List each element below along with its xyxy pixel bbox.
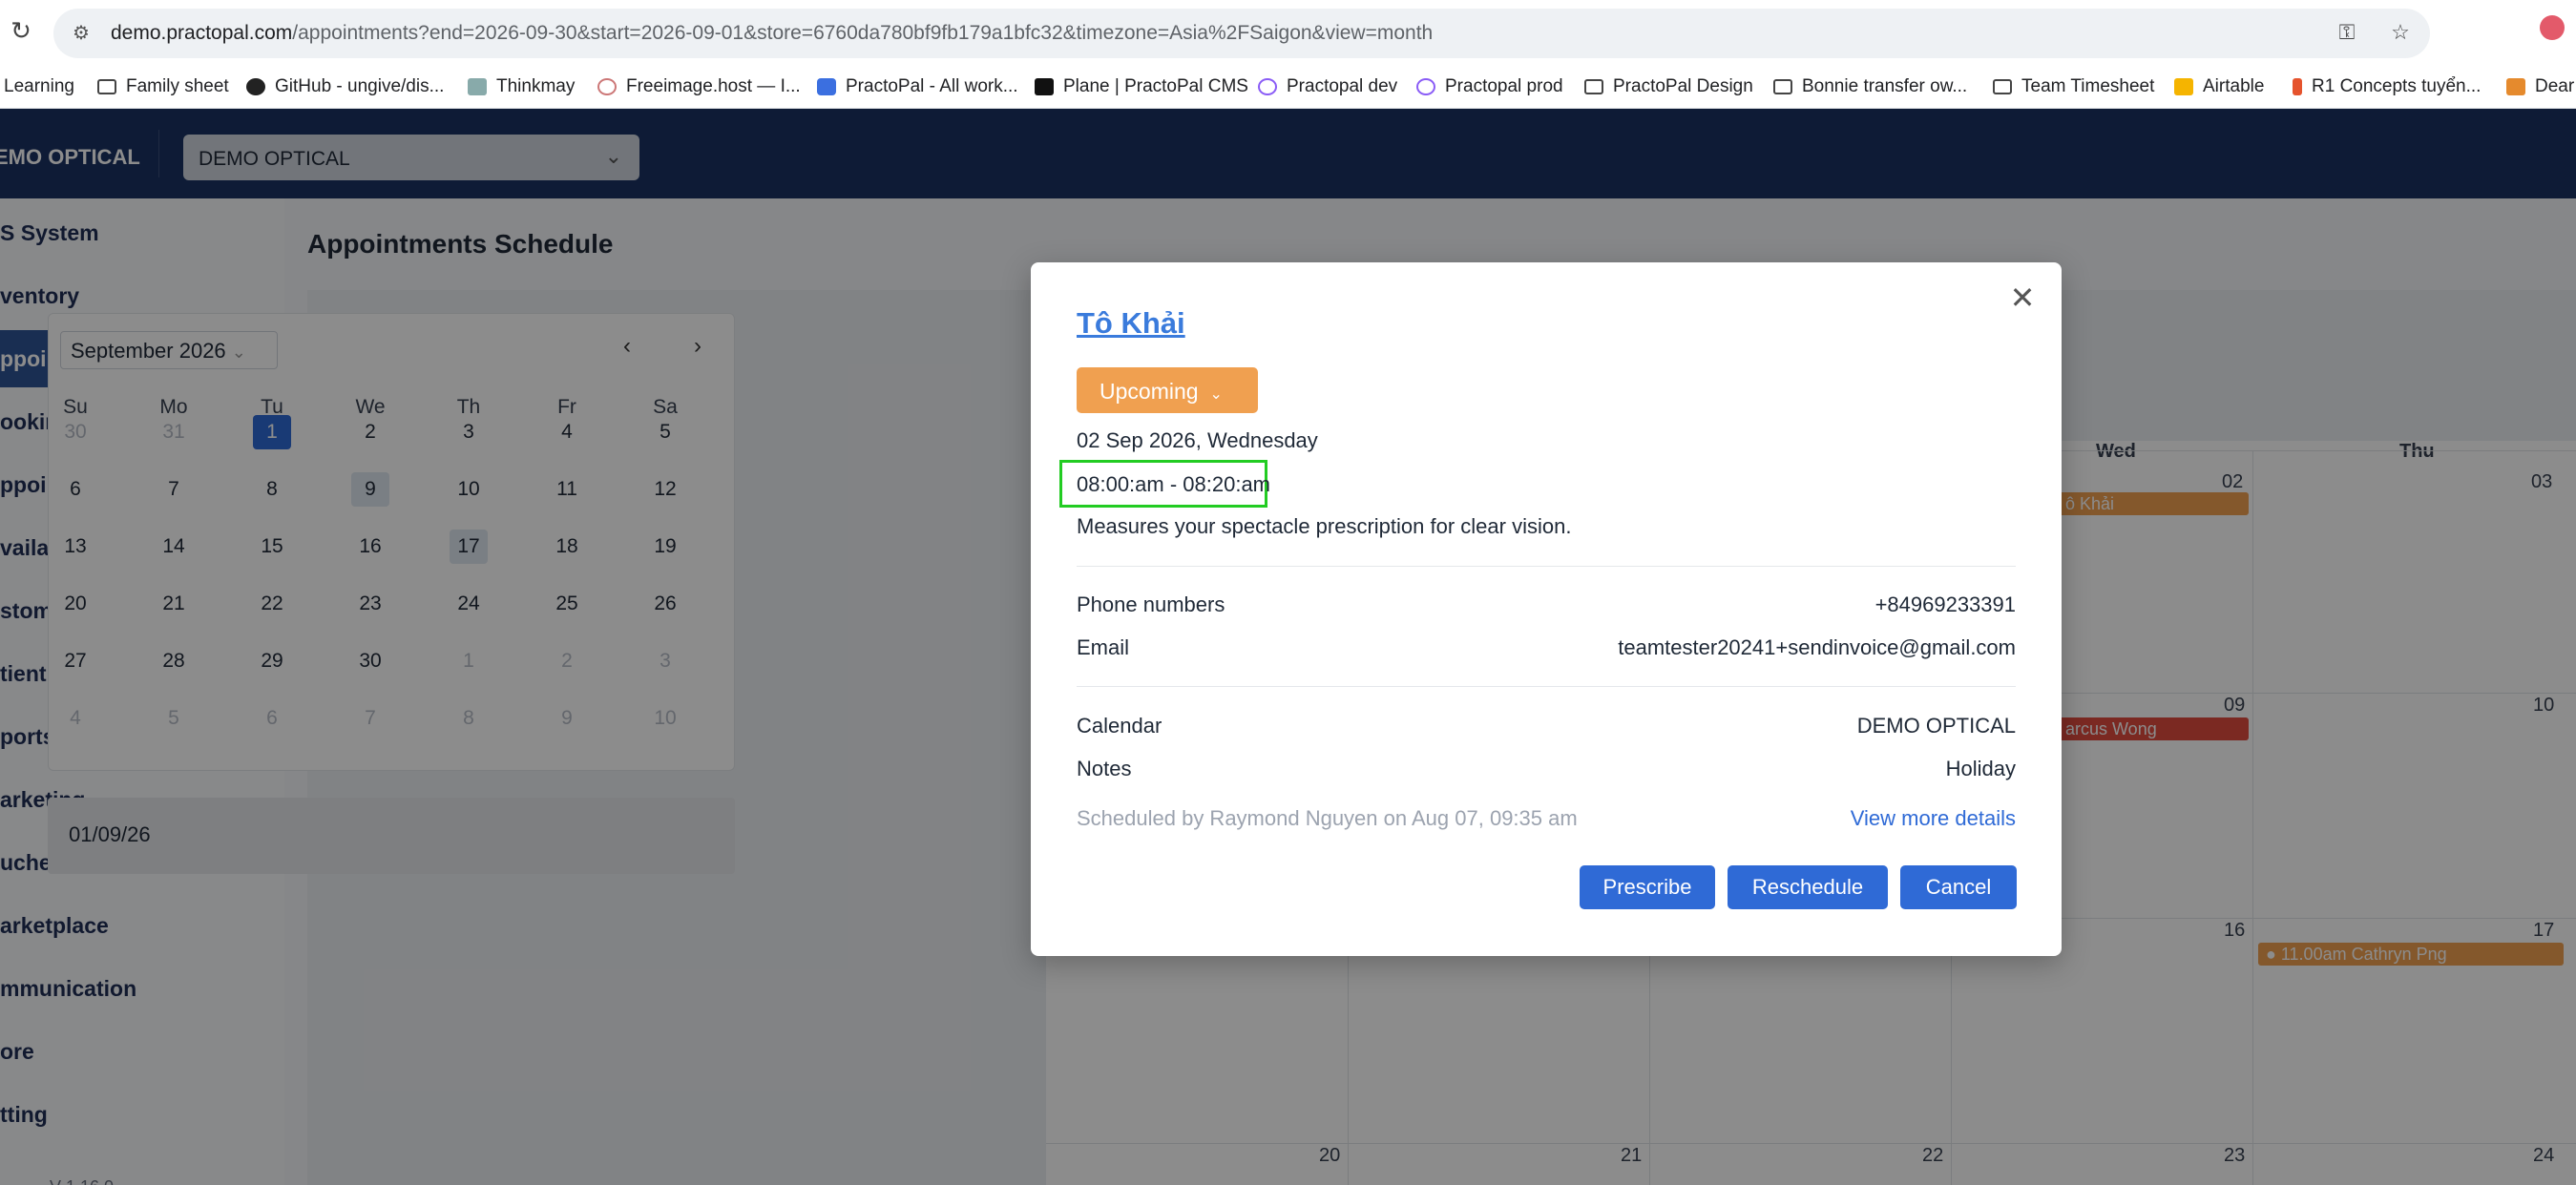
bookmark-item[interactable]: Airtable [2174,76,2264,97]
appointment-date: 02 Sep 2026, Wednesday [1077,428,1318,452]
calendar-label: Calendar [1077,714,1162,738]
appointment-time: 08:00:am - 08:20:am [1077,472,1271,496]
bookmark-item[interactable]: Practopal dev [1258,76,1397,97]
site-settings-icon[interactable]: ⚙ [73,22,95,45]
bookmark-item[interactable]: Bonnie transfer ow... [1773,76,1967,97]
practopal-icon [817,78,836,95]
site-icon [2293,78,2302,95]
view-more-details-link[interactable]: View more details [1851,806,2016,831]
phone-value: +84969233391 [1874,592,2016,616]
appointment-modal: ✕ Tô Khải Upcoming ⌄ 02 Sep 2026, Wednesd… [1031,262,2062,956]
bookmark-star-icon[interactable]: ☆ [2386,18,2415,47]
bookmark-item[interactable]: Freeimage.host — I... [597,76,801,97]
close-icon[interactable]: ✕ [2008,282,2037,313]
plane-icon [1035,78,1054,95]
bookmark-item[interactable]: Dear [2506,76,2574,97]
reschedule-button[interactable]: Reschedule [1728,865,1888,909]
prescribe-button[interactable]: Prescribe [1580,865,1715,909]
notes-label: Notes [1077,757,1132,780]
bookmark-item[interactable]: Learning [4,76,74,97]
scheduled-by-text: Scheduled by Raymond Nguyen on Aug 07, 0… [1077,806,1578,830]
bookmark-item[interactable]: PractoPal Design [1584,76,1753,97]
password-key-icon[interactable]: ⚿ [2333,18,2361,47]
bookmark-item[interactable]: Team Timesheet [1993,76,2154,97]
divider [1077,566,2016,567]
notes-value: Holiday [1945,757,2016,780]
divider [1077,686,2016,687]
airtable-icon [2174,78,2193,95]
phone-label: Phone numbers [1077,592,1225,616]
folder-icon [1773,79,1792,94]
bookmark-item[interactable]: GitHub - ungive/dis... [246,76,444,97]
site-icon [2506,78,2525,95]
bookmarks-bar: Learning Family sheet GitHub - ungive/di… [0,67,2576,109]
bookmark-item[interactable]: Plane | PractoPal CMS [1035,76,1248,97]
folder-icon [1584,79,1603,94]
status-dropdown[interactable]: Upcoming ⌄ [1077,367,1258,413]
site-icon [597,78,617,95]
practopal-icon [1416,78,1435,95]
url-text[interactable]: demo.practopal.com/appointments?end=2026… [111,22,1433,45]
bookmark-item[interactable]: Practopal prod [1416,76,1563,97]
bookmark-item[interactable]: R1 Concepts tuyển... [2293,76,2481,97]
bookmark-item[interactable]: Thinkmay [468,76,575,97]
cancel-button[interactable]: Cancel [1900,865,2017,909]
github-icon [246,78,265,95]
customer-name-link[interactable]: Tô Khải [1077,306,1185,341]
bookmark-item[interactable]: Family sheet [97,76,229,97]
site-icon [468,78,487,95]
email-label: Email [1077,635,1130,659]
practopal-icon [1258,78,1277,95]
browser-toolbar: ↻ ⚙ demo.practopal.com/appointments?end=… [0,0,2576,67]
address-bar[interactable]: ⚙ demo.practopal.com/appointments?end=20… [53,9,2430,58]
folder-icon [97,79,116,94]
email-value: teamtester20241+sendinvoice@gmail.com [1618,635,2016,659]
appointment-description: Measures your spectacle prescription for… [1077,514,1572,538]
folder-icon [1993,79,2012,94]
calendar-value: DEMO OPTICAL [1856,714,2016,738]
reload-icon[interactable]: ↻ [8,17,34,44]
extension-icon[interactable] [2540,15,2565,40]
chevron-down-icon: ⌄ [1209,386,1223,403]
bookmark-item[interactable]: PractoPal - All work... [817,76,1018,97]
